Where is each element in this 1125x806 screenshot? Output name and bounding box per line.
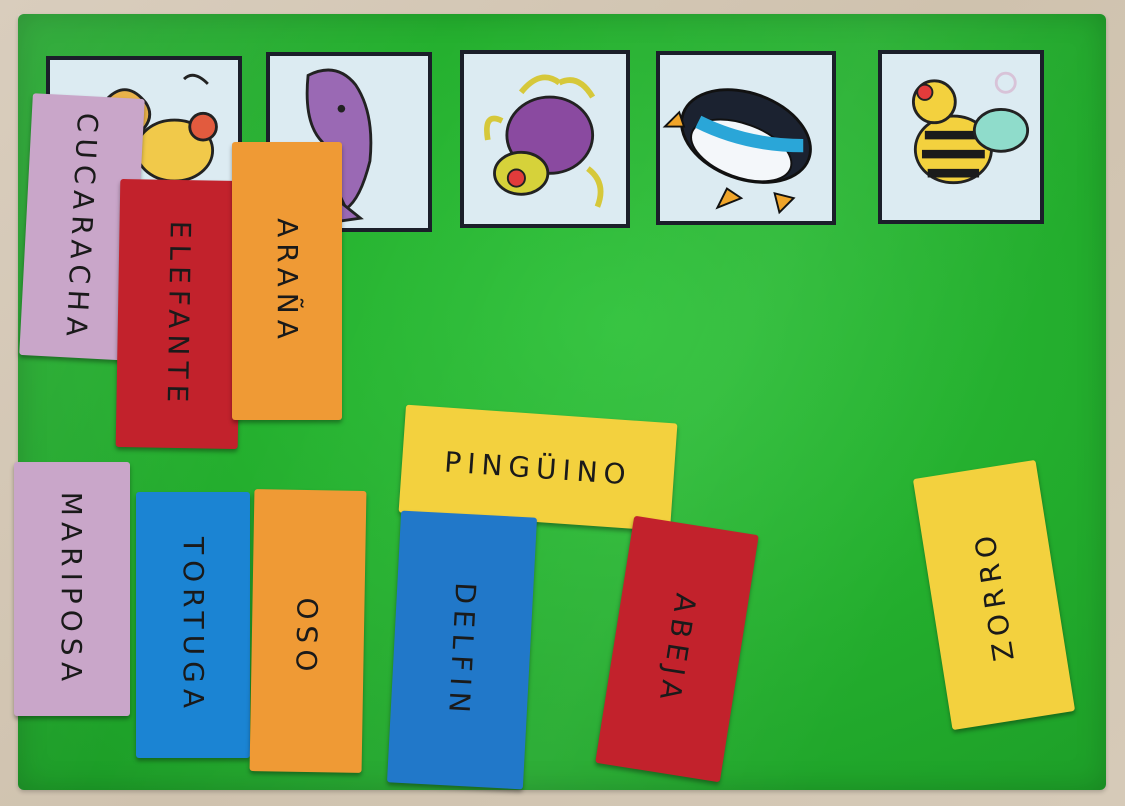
picture-spider (460, 50, 630, 228)
word-card-label: DELFIN (441, 581, 483, 719)
picture-bee (878, 50, 1044, 224)
bee-icon (911, 71, 1030, 185)
word-card-zorro[interactable]: ZORRO (912, 459, 1076, 731)
word-card-abeja[interactable]: ABEJA (595, 515, 759, 783)
word-card-label: CUCARACHA (59, 111, 105, 343)
word-card-mariposa[interactable]: MARIPOSA (14, 462, 130, 716)
picture-penguin (656, 51, 836, 225)
word-card-tortuga[interactable]: TORTUGA (136, 492, 250, 758)
green-board: CUCARACHA ELEFANTE ARAÑA PINGÜINO MARIPO… (14, 14, 1106, 790)
word-card-label: ZORRO (967, 527, 1021, 663)
word-card-label: TORTUGA (176, 536, 210, 714)
penguin-icon (662, 88, 812, 215)
word-card-elefante[interactable]: ELEFANTE (115, 178, 243, 450)
word-card-label: ABEJA (651, 590, 703, 708)
spider-icon (484, 74, 604, 208)
word-card-label: OSO (290, 590, 326, 672)
word-card-label: MARIPOSA (55, 491, 89, 687)
word-card-delfin[interactable]: DELFIN (386, 510, 538, 790)
word-card-oso[interactable]: OSO (249, 489, 367, 773)
word-card-label: ARAÑA (270, 217, 304, 345)
word-card-label: ELEFANTE (160, 220, 198, 408)
word-card-arana[interactable]: ARAÑA (232, 142, 342, 420)
word-card-label: PINGÜINO (443, 444, 633, 492)
